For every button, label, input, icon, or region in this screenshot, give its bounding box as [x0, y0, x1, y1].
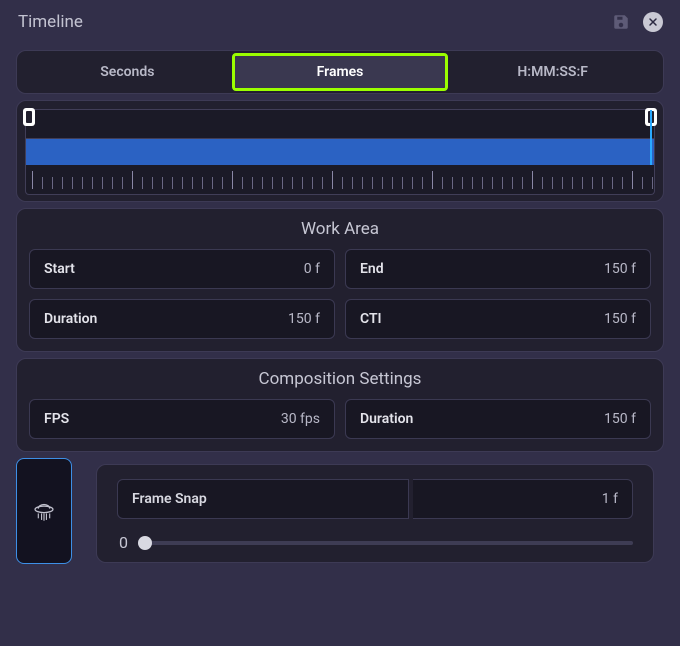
field-label: End — [360, 261, 604, 277]
work-area-duration-field[interactable]: Duration 150 f — [29, 299, 335, 339]
snap-mode-button[interactable] — [16, 458, 72, 564]
timeline-work-area-bar[interactable] — [25, 139, 655, 165]
comp-duration-field[interactable]: Duration 150 f — [345, 399, 651, 439]
composition-settings-title: Composition Settings — [29, 369, 651, 389]
field-value: 150 f — [604, 311, 636, 327]
slider-thumb[interactable] — [138, 536, 152, 550]
frame-snap-label: Frame Snap — [117, 479, 409, 519]
work-area-start-field[interactable]: Start 0 f — [29, 249, 335, 289]
work-area-section: Work Area Start 0 f End 150 f Duration 1… — [16, 208, 664, 352]
tab-label: Seconds — [100, 64, 154, 80]
tab-label: Frames — [317, 64, 364, 80]
fps-field[interactable]: FPS 30 fps — [29, 399, 335, 439]
field-value: 150 f — [604, 261, 636, 277]
tab-frames[interactable]: Frames — [234, 55, 447, 89]
field-value: 150 f — [288, 311, 320, 327]
field-label: Duration — [44, 311, 288, 327]
field-label: Start — [44, 261, 304, 277]
panel-header: Timeline — [6, 0, 674, 44]
frame-snap-value[interactable]: 1 f — [413, 479, 633, 519]
close-button[interactable] — [642, 11, 664, 33]
tab-seconds[interactable]: Seconds — [21, 55, 234, 89]
panel-title: Timeline — [18, 12, 610, 32]
close-icon — [643, 12, 663, 32]
frame-snap-slider-wrap: 0 — [117, 533, 633, 552]
slider-min-label: 0 — [119, 533, 135, 552]
work-area-end-field[interactable]: End 150 f — [345, 249, 651, 289]
field-label: CTI — [360, 311, 604, 327]
timeline-range-track[interactable] — [25, 109, 655, 139]
work-area-title: Work Area — [29, 219, 651, 239]
timeline-panel: Timeline Seconds Frames H:MM:SS:F — [0, 0, 680, 646]
field-value: 0 f — [304, 261, 320, 277]
work-area-cti-field[interactable]: CTI 150 f — [345, 299, 651, 339]
tab-label: H:MM:SS:F — [517, 64, 588, 80]
timeline-track — [16, 100, 664, 202]
ufo-icon — [31, 498, 57, 524]
field-value: 30 fps — [281, 411, 320, 427]
save-icon[interactable] — [610, 11, 632, 33]
header-actions — [610, 11, 664, 33]
frame-snap-section: Frame Snap 1 f 0 — [96, 464, 654, 563]
time-format-tabs: Seconds Frames H:MM:SS:F — [16, 50, 664, 94]
range-start-thumb[interactable] — [23, 108, 35, 126]
bottom-row: Frame Snap 1 f 0 — [16, 458, 664, 569]
frame-snap-slider[interactable] — [145, 541, 633, 545]
field-label: Duration — [360, 411, 604, 427]
field-value: 150 f — [604, 411, 636, 427]
composition-settings-section: Composition Settings FPS 30 fps Duration… — [16, 358, 664, 452]
timeline-ruler[interactable] — [25, 165, 655, 195]
tab-hmmssf[interactable]: H:MM:SS:F — [446, 55, 659, 89]
field-label: FPS — [44, 411, 281, 427]
